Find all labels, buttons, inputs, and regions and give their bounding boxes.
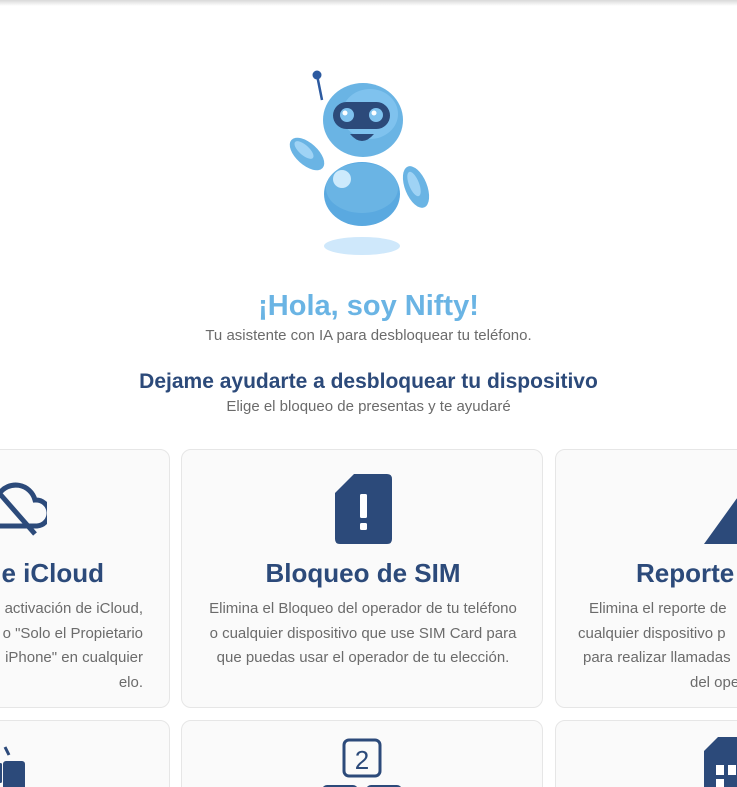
card-title: Reporte [636, 558, 735, 588]
card-description: activación de iCloud, o "Solo el Propiet… [2, 600, 143, 691]
assistant-tagline: Tu asistente con IA para desbloquear tu … [205, 327, 532, 344]
card-title: Bloqueo de SIM [265, 558, 461, 588]
cloud-off-icon [0, 482, 47, 536]
warning-icon [704, 498, 737, 544]
card-sim-grid-unlock[interactable] [555, 720, 737, 787]
card-sim-unlock[interactable]: Bloqueo de SIM Elimina el Bloqueo del op… [181, 449, 543, 708]
nifty-robot-illustration [289, 70, 430, 255]
card-android-unlock[interactable] [0, 720, 170, 787]
sim-alert-icon [335, 474, 392, 544]
page: ¡Hola, soy Nifty! Tu asistente con IA pa… [0, 0, 737, 787]
assistant-greeting: ¡Hola, soy Nifty! [258, 290, 479, 322]
card-icloud-unlock[interactable]: e iCloud activación de iCloud, o "Solo e… [0, 449, 170, 708]
section-title: Dejame ayudarte a desbloquear tu disposi… [139, 370, 598, 393]
android-icon [0, 746, 25, 787]
card-title: e iCloud [1, 558, 104, 588]
card-description: Elimina el Bloqueo del operador de tu te… [209, 600, 517, 666]
keypad-digit: 2 [355, 745, 369, 775]
card-keypad-unlock[interactable]: 2 [181, 720, 543, 787]
sim-grid-icon [704, 737, 737, 787]
section-subtitle: Elige el bloqueo de presentas y te ayuda… [226, 398, 511, 415]
keypad-icon: 2 [323, 738, 401, 787]
card-report-unlock[interactable]: Reporte Elimina el reporte de cualquier … [555, 449, 737, 708]
card-description: Elimina el reporte de cualquier disposit… [578, 600, 737, 691]
header-shadow [0, 0, 737, 6]
